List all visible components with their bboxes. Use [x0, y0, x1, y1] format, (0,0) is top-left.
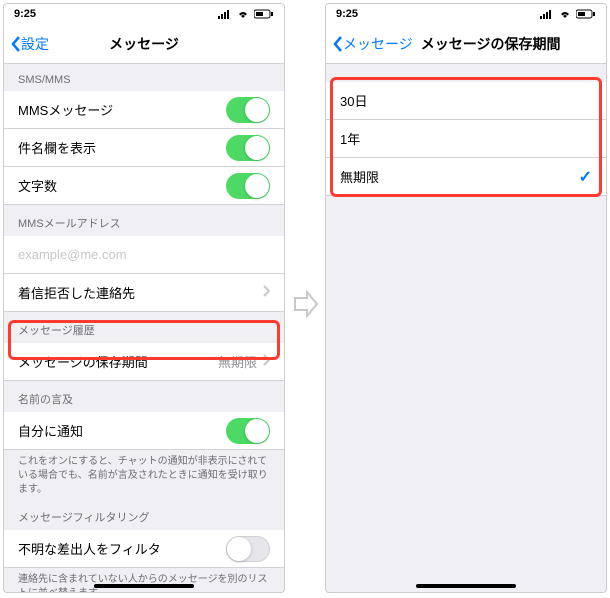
wifi-icon — [236, 9, 250, 19]
filter-toggle[interactable] — [226, 536, 270, 562]
back-label: メッセージ — [343, 34, 413, 54]
subject-label: 件名欄を表示 — [18, 138, 226, 157]
status-time: 9:25 — [336, 8, 358, 20]
keep-value: 無期限 — [218, 352, 257, 371]
filter-row[interactable]: 不明な差出人をフィルタ — [4, 530, 284, 568]
back-label: 設定 — [21, 34, 49, 54]
home-indicator[interactable] — [416, 584, 516, 588]
option-label: 無期限 — [340, 167, 579, 186]
charcount-label: 文字数 — [18, 176, 226, 195]
keep-label: メッセージの保存期間 — [18, 352, 218, 371]
status-bar: 9:25 — [326, 4, 606, 24]
charcount-row[interactable]: 文字数 — [4, 167, 284, 205]
chevron-right-icon — [263, 353, 270, 371]
option-1year[interactable]: 1年 — [326, 120, 606, 158]
signal-icon — [218, 9, 232, 19]
arrow-right-icon — [291, 290, 319, 323]
wifi-icon — [558, 9, 572, 19]
nav-bar: メッセージ メッセージの保存期間 — [326, 24, 606, 64]
checkmark-icon: ✓ — [579, 167, 592, 187]
home-indicator[interactable] — [94, 584, 194, 588]
charcount-toggle[interactable] — [226, 173, 270, 199]
chevron-left-icon — [10, 35, 21, 53]
mms-row[interactable]: MMSメッセージ — [4, 91, 284, 129]
section-header-mention: 名前の言及 — [4, 381, 284, 412]
battery-icon — [576, 9, 596, 19]
section-header-sms: SMS/MMS — [4, 64, 284, 91]
email-field[interactable]: example@me.com — [18, 247, 127, 262]
notify-row[interactable]: 自分に通知 — [4, 412, 284, 450]
filter-footer: 連絡先に含まれていない人からのメッセージを別のリストに並べ替えます。 — [4, 568, 284, 593]
email-row[interactable]: example@me.com — [4, 236, 284, 274]
mms-label: MMSメッセージ — [18, 100, 226, 119]
option-30days[interactable]: 30日 — [326, 82, 606, 120]
option-forever[interactable]: 無期限 ✓ — [326, 158, 606, 196]
blocked-row[interactable]: 着信拒否した連絡先 — [4, 274, 284, 312]
nav-bar: 設定 メッセージ — [4, 24, 284, 64]
option-label: 1年 — [340, 129, 592, 148]
notify-toggle[interactable] — [226, 418, 270, 444]
signal-icon — [540, 9, 554, 19]
back-button[interactable]: 設定 — [4, 34, 49, 54]
chevron-right-icon — [263, 284, 270, 302]
keep-messages-row[interactable]: メッセージの保存期間 無期限 — [4, 343, 284, 381]
phone-keep-options: 9:25 メッセージ メッセージの保存期間 30日 1年 無期限 ✓ — [325, 3, 607, 593]
battery-icon — [254, 9, 274, 19]
back-button[interactable]: メッセージ — [326, 34, 413, 54]
option-label: 30日 — [340, 91, 592, 110]
section-header-history: メッセージ履歴 — [4, 312, 284, 343]
phone-messages-settings: 9:25 設定 メッセージ SMS/MMS MMSメッセージ 件名欄を表示 文字… — [3, 3, 285, 593]
subject-toggle[interactable] — [226, 135, 270, 161]
page-title: メッセージ — [109, 34, 179, 54]
status-icons — [540, 9, 596, 19]
section-header-email: MMSメールアドレス — [4, 205, 284, 236]
blocked-label: 着信拒否した連絡先 — [18, 283, 263, 302]
notify-label: 自分に通知 — [18, 421, 226, 440]
chevron-left-icon — [332, 35, 343, 53]
status-bar: 9:25 — [4, 4, 284, 24]
filter-label: 不明な差出人をフィルタ — [18, 539, 226, 558]
subject-row[interactable]: 件名欄を表示 — [4, 129, 284, 167]
section-header-filter: メッセージフィルタリング — [4, 505, 284, 530]
status-icons — [218, 9, 274, 19]
notify-footer: これをオンにすると、チャットの通知が非表示にされている場合でも、名前が言及された… — [4, 450, 284, 505]
status-time: 9:25 — [14, 8, 36, 20]
page-title: メッセージの保存期間 — [421, 34, 561, 54]
mms-toggle[interactable] — [226, 97, 270, 123]
